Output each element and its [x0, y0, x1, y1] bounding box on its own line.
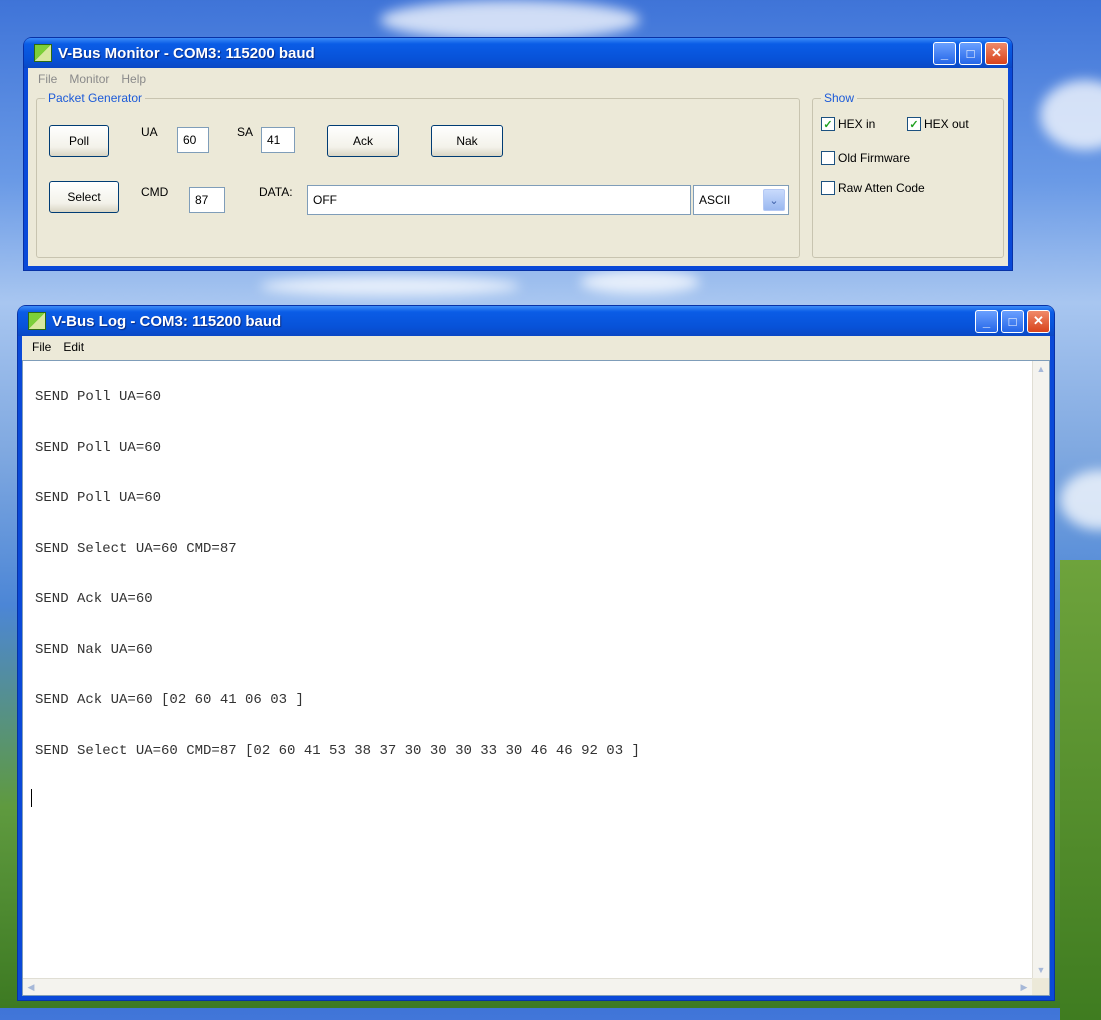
monitor-title: V-Bus Monitor - COM3: 115200 baud — [58, 44, 315, 62]
checkmark-icon: ✓ — [907, 117, 921, 131]
scroll-right-arrow-icon[interactable]: ▶ — [1016, 979, 1032, 995]
menu-help[interactable]: Help — [115, 72, 152, 86]
ua-label: UA — [141, 125, 158, 139]
data-field[interactable]: OFF — [307, 185, 691, 215]
desktop-cloud — [1040, 80, 1101, 150]
log-client: File Edit SEND Poll UA=60 SEND Poll UA=6… — [22, 336, 1050, 996]
desktop-hill — [1060, 560, 1101, 1020]
hex-in-checkbox[interactable]: ✓ HEX in — [821, 117, 875, 131]
log-line: SEND Select UA=60 CMD=87 — [35, 540, 237, 557]
maximize-icon[interactable]: □ — [959, 41, 982, 65]
sa-label: SA — [237, 125, 254, 139]
log-title: V-Bus Log - COM3: 115200 baud — [52, 312, 282, 330]
raw-atten-code-checkbox[interactable]: Raw Atten Code — [821, 181, 925, 195]
horizontal-scrollbar[interactable]: ◀ ▶ — [23, 978, 1032, 995]
show-group: Show ✓ HEX in ✓ HEX out Old Firmware Raw… — [812, 91, 1004, 258]
monitor-window: V-Bus Monitor - COM3: 115200 baud _ □ ✕ … — [24, 38, 1012, 270]
log-line: SEND Poll UA=60 — [35, 490, 162, 506]
monitor-client: File Monitor Help Packet Generator Poll … — [28, 68, 1008, 266]
log-text-area[interactable]: SEND Poll UA=60 SEND Poll UA=60 SEND Pol… — [22, 360, 1050, 996]
cmd-field[interactable]: 87 — [189, 187, 225, 213]
checkbox-box — [821, 181, 835, 195]
cmd-label: CMD — [141, 185, 169, 199]
size-grip[interactable] — [1032, 978, 1049, 995]
packet-generator-legend: Packet Generator — [45, 91, 146, 105]
checkbox-box — [821, 151, 835, 165]
scroll-down-arrow-icon[interactable]: ▼ — [1033, 962, 1049, 978]
desktop-cloud — [380, 0, 640, 40]
menu-file[interactable]: File — [32, 72, 63, 86]
log-titlebar[interactable]: V-Bus Log - COM3: 115200 baud _ □ ✕ — [18, 306, 1054, 336]
log-line: SEND Poll UA=60 — [35, 439, 162, 456]
sa-field[interactable]: 41 — [261, 127, 295, 153]
monitor-menubar: File Monitor Help — [28, 68, 1008, 90]
maximize-icon[interactable]: □ — [1001, 309, 1024, 333]
desktop-cloud — [260, 276, 520, 296]
checkmark-icon: ✓ — [821, 117, 835, 131]
ua-field[interactable]: 60 — [177, 127, 209, 153]
menu-file[interactable]: File — [26, 340, 57, 354]
log-line: SEND Ack UA=60 — [35, 591, 153, 607]
log-line: SEND Poll UA=60 — [35, 389, 162, 405]
log-line: SEND Ack UA=60 [02 60 41 06 03 ] — [35, 692, 304, 708]
vertical-scrollbar[interactable]: ▲ ▼ — [1032, 361, 1049, 978]
hex-out-label: HEX out — [924, 117, 969, 131]
app-icon — [28, 312, 46, 330]
hex-in-label: HEX in — [838, 117, 876, 131]
select-button[interactable]: Select — [49, 181, 119, 213]
text-caret — [31, 789, 32, 807]
scroll-left-arrow-icon[interactable]: ◀ — [23, 979, 39, 995]
log-window: V-Bus Log - COM3: 115200 baud _ □ ✕ File… — [18, 306, 1054, 1000]
log-menubar: File Edit — [22, 336, 1050, 358]
raw-atten-code-label: Raw Atten Code — [838, 181, 925, 195]
close-icon[interactable]: ✕ — [1027, 309, 1050, 333]
poll-button[interactable]: Poll — [49, 125, 109, 157]
nak-button[interactable]: Nak — [431, 125, 503, 157]
app-icon — [34, 44, 52, 62]
minimize-icon[interactable]: _ — [933, 41, 956, 65]
desktop-cloud — [580, 270, 700, 294]
minimize-icon[interactable]: _ — [975, 309, 998, 333]
monitor-titlebar[interactable]: V-Bus Monitor - COM3: 115200 baud _ □ ✕ — [24, 38, 1012, 68]
menu-monitor[interactable]: Monitor — [63, 72, 115, 86]
packet-generator-group: Packet Generator Poll Select UA 60 SA 41… — [36, 91, 800, 258]
old-firmware-label: Old Firmware — [838, 151, 911, 165]
chevron-down-icon[interactable]: ⌄ — [763, 189, 785, 211]
menu-edit[interactable]: Edit — [57, 340, 90, 354]
close-icon[interactable]: ✕ — [985, 41, 1008, 65]
encoding-selected-value: ASCII — [699, 193, 731, 207]
log-lines: SEND Poll UA=60 SEND Poll UA=60 SEND Pol… — [35, 389, 640, 793]
show-legend: Show — [821, 91, 858, 105]
scroll-up-arrow-icon[interactable]: ▲ — [1033, 361, 1049, 377]
old-firmware-checkbox[interactable]: Old Firmware — [821, 151, 910, 165]
ack-button[interactable]: Ack — [327, 125, 399, 157]
desktop-cloud — [1060, 470, 1101, 530]
hex-out-checkbox[interactable]: ✓ HEX out — [907, 117, 969, 131]
log-line: SEND Nak UA=60 — [35, 641, 153, 658]
log-line: SEND Select UA=60 CMD=87 [02 60 41 53 38… — [35, 742, 640, 759]
data-label: DATA: — [259, 185, 293, 199]
